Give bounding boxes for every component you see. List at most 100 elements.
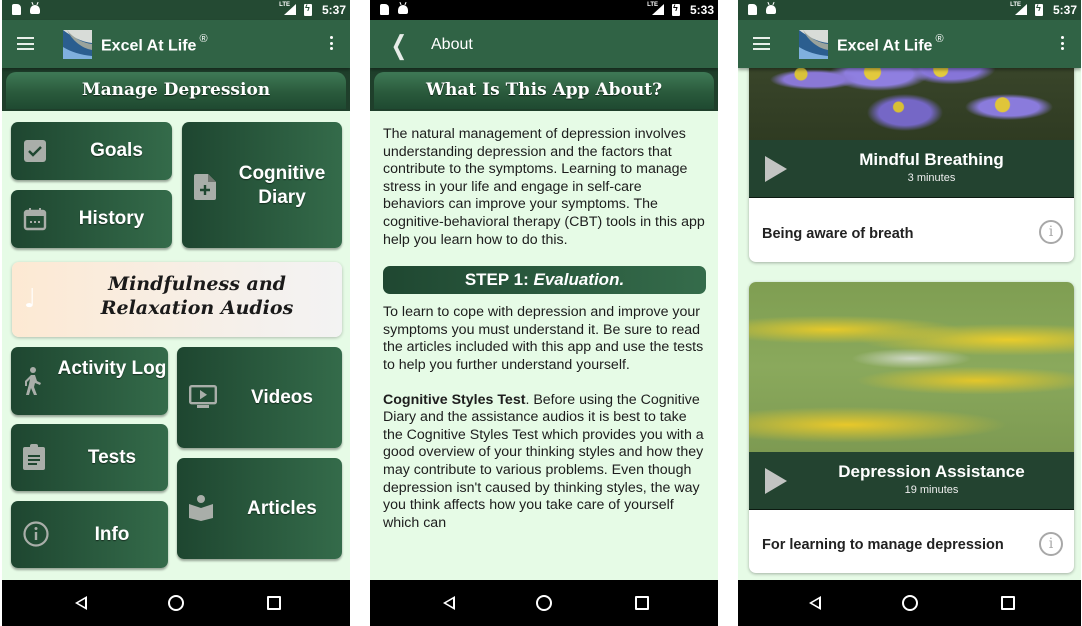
status-bar: LTE 5:37 [2, 0, 350, 20]
videos-button[interactable]: Videos [177, 347, 342, 448]
sd-card-icon [380, 4, 389, 15]
audio-title: Depression Assistance [838, 462, 1025, 481]
back-arrow-icon[interactable]: ❮ [391, 31, 407, 61]
audio-title-bar: Mindful Breathing 3 minutes [749, 140, 1074, 198]
battery-charging-icon [672, 3, 680, 16]
audio-duration: 19 minutes [904, 484, 959, 496]
audio-title-bar: Depression Assistance 19 minutes [749, 452, 1074, 510]
about-content: The natural management of depression inv… [383, 126, 706, 549]
audio-duration: 3 minutes [907, 172, 956, 184]
about-screen: LTE 5:33 ❮ About What Is This App About?… [370, 0, 718, 626]
status-bar: LTE 5:37 [738, 0, 1081, 20]
tests-label: Tests [87, 447, 137, 468]
menu-icon[interactable] [17, 37, 34, 50]
nav-recents-button[interactable] [988, 580, 1028, 626]
sd-card-icon [748, 4, 757, 15]
audio-title: Mindful Breathing [859, 150, 1004, 169]
activity-log-label: Activity Log [57, 358, 167, 379]
tests-button[interactable]: Tests [11, 424, 168, 491]
info-button[interactable]: Info [11, 501, 168, 568]
audios-screen: Mindful Breathing 3 minutes Being aware … [738, 0, 1081, 626]
nav-back-button[interactable] [430, 580, 470, 626]
audio-description: For learning to manage depression [762, 537, 1004, 553]
goals-button[interactable]: Goals [11, 122, 172, 180]
cognitive-styles-test-link[interactable]: Cognitive Styles Test [383, 392, 525, 408]
info-label: Info [94, 524, 130, 545]
app-logo-icon [799, 30, 828, 59]
cognitive-styles-paragraph: Cognitive Styles Test. Before using the … [383, 391, 704, 531]
recents-square-icon [635, 596, 649, 610]
app-bar: ❮ About [370, 20, 718, 68]
checkbox-icon [24, 140, 46, 162]
nav-back-button[interactable] [62, 580, 102, 626]
video-screen-icon [189, 385, 217, 408]
android-icon [766, 5, 776, 14]
info-icon[interactable]: i [1039, 220, 1063, 244]
system-nav-bar [2, 580, 350, 626]
clipboard-icon [23, 444, 45, 470]
overflow-menu-icon[interactable] [1061, 36, 1065, 52]
nav-back-button[interactable] [796, 580, 836, 626]
home-screen: LTE 5:37 Excel At Life® Manage Depressio… [2, 0, 350, 626]
recents-square-icon [1001, 596, 1015, 610]
intro-paragraph: The natural management of depression inv… [383, 126, 705, 248]
nav-recents-button[interactable] [254, 580, 294, 626]
home-circle-icon [536, 595, 552, 611]
play-icon[interactable] [765, 468, 787, 494]
battery-charging-icon [304, 3, 312, 16]
mindfulness-audios-button[interactable]: ♩ Mindfulness and Relaxation Audios [12, 262, 342, 337]
home-circle-icon [902, 595, 918, 611]
battery-charging-icon [1035, 3, 1043, 16]
clock: 5:37 [321, 3, 346, 17]
app-logo-icon [63, 30, 92, 59]
signal-icon [652, 4, 664, 15]
walking-person-icon [25, 367, 41, 395]
page-title: Manage Depression [6, 72, 346, 109]
android-icon [398, 5, 408, 14]
nav-home-button[interactable] [890, 580, 930, 626]
app-bar: Excel At Life ® [2, 20, 350, 68]
app-title: Excel At Life ® [837, 33, 944, 55]
cognitive-diary-button[interactable]: Cognitive Diary [182, 122, 342, 248]
nav-recents-button[interactable] [622, 580, 662, 626]
status-bar: LTE 5:33 [370, 0, 718, 20]
info-icon [23, 521, 49, 547]
app-title: Excel At Life ® [101, 33, 208, 55]
app-bar: Excel At Life ® [738, 20, 1081, 68]
page-title: What Is This App About? [374, 72, 714, 109]
history-label: History [78, 208, 145, 229]
reader-book-icon [189, 495, 213, 521]
clock: 5:33 [689, 3, 714, 17]
android-icon [30, 5, 40, 14]
yellow-wildflowers-image [749, 282, 1074, 452]
audio-description: Being aware of breath [762, 226, 914, 242]
clock: 5:37 [1052, 3, 1077, 17]
info-icon[interactable]: i [1039, 532, 1063, 556]
step-1-paragraph: To learn to cope with depression and imp… [383, 304, 704, 373]
system-nav-bar [370, 580, 718, 626]
articles-label: Articles [247, 498, 317, 519]
back-triangle-icon [75, 596, 87, 610]
play-icon[interactable] [765, 156, 787, 182]
cognitive-diary-label: Cognitive Diary [238, 163, 326, 208]
recents-square-icon [267, 596, 281, 610]
audio-card[interactable]: Depression Assistance 19 minutes For lea… [749, 282, 1074, 573]
sd-card-icon [12, 4, 21, 15]
back-triangle-icon [809, 596, 821, 610]
videos-label: Videos [251, 387, 313, 408]
history-button[interactable]: History [11, 190, 172, 248]
activity-log-button[interactable]: Activity Log [11, 347, 168, 415]
goals-label: Goals [90, 140, 143, 161]
signal-icon [1015, 4, 1027, 15]
articles-button[interactable]: Articles [177, 458, 342, 559]
mindfulness-audios-label: Mindfulness and Relaxation Audios [100, 273, 294, 319]
step-1-header: STEP 1: Evaluation. [383, 266, 706, 295]
nav-home-button[interactable] [156, 580, 196, 626]
menu-icon[interactable] [753, 37, 770, 50]
system-nav-bar [738, 580, 1081, 626]
music-note-icon: ♩ [24, 284, 37, 314]
nav-home-button[interactable] [524, 580, 564, 626]
overflow-menu-icon[interactable] [330, 36, 334, 52]
add-document-icon [194, 174, 216, 200]
calendar-icon [23, 208, 47, 231]
